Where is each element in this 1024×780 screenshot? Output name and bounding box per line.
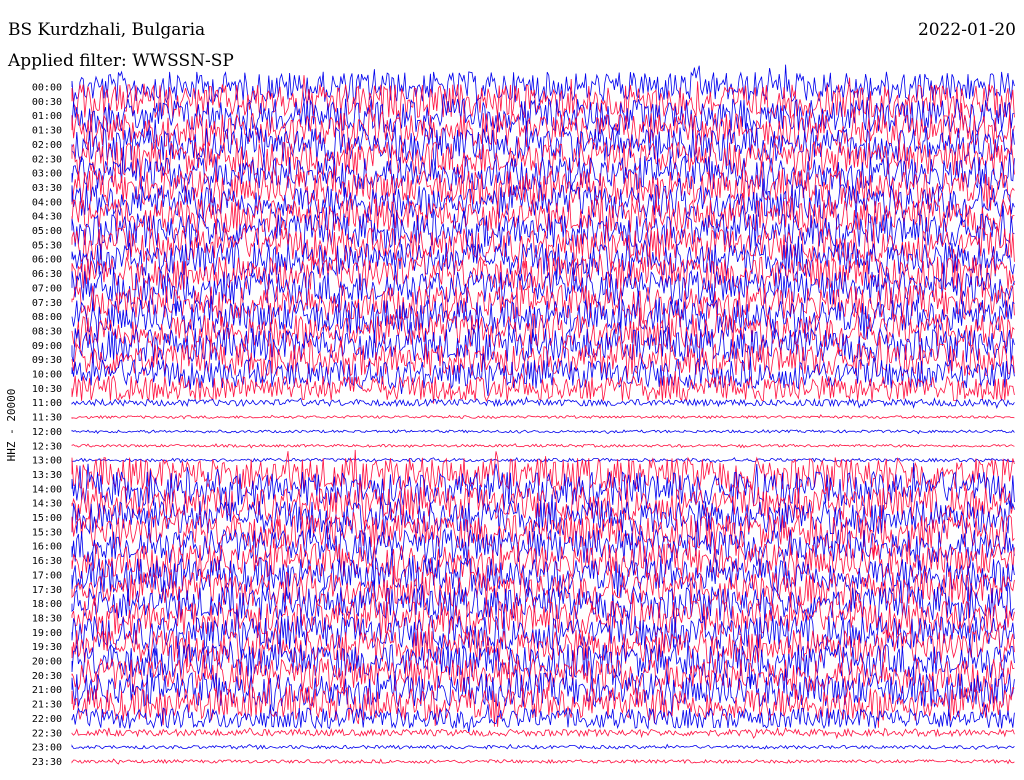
tick-label-2230: 22:30 [32, 728, 62, 739]
trace-line-2200 [71, 704, 1015, 733]
tick-label-0730: 07:30 [32, 298, 62, 309]
trace-line-1130 [71, 414, 1015, 420]
tick-label-1700: 17:00 [32, 570, 62, 581]
tick-label-0100: 01:00 [32, 111, 62, 122]
tick-label-1130: 11:30 [32, 413, 62, 424]
tick-label-2300: 23:00 [32, 743, 62, 754]
tick-label-0200: 02:00 [32, 140, 62, 151]
trace-line-2300 [71, 743, 1015, 750]
tick-label-2100: 21:00 [32, 685, 62, 696]
tick-label-0700: 07:00 [32, 283, 62, 294]
tick-label-0630: 06:30 [32, 269, 62, 280]
tick-label-1330: 13:30 [32, 470, 62, 481]
tick-label-1730: 17:30 [32, 585, 62, 596]
tick-label-0130: 01:30 [32, 126, 62, 137]
tick-label-0600: 06:00 [32, 255, 62, 266]
trace-line-2230 [71, 726, 1015, 740]
trace-line-1100 [71, 396, 1015, 410]
tick-label-0900: 09:00 [32, 341, 62, 352]
tick-label-1300: 13:00 [32, 456, 62, 467]
tick-label-0300: 03:00 [32, 169, 62, 180]
tick-label-1430: 14:30 [32, 499, 62, 510]
tick-label-1600: 16:00 [32, 542, 62, 553]
tick-label-0030: 00:30 [32, 97, 62, 108]
trace-line-0830 [71, 307, 1015, 355]
tick-label-group: 00:00 00:30 01:00 01:30 02:00 02:30 03:00 03:30… [32, 83, 62, 768]
tick-label-1900: 19:00 [32, 628, 62, 639]
tick-label-0430: 04:30 [32, 212, 62, 223]
tick-label-0230: 02:30 [32, 154, 62, 165]
trace-line-1030 [71, 370, 1015, 404]
tick-label-2130: 21:30 [32, 700, 62, 711]
tick-label-1400: 14:00 [32, 484, 62, 495]
tick-label-1500: 15:00 [32, 513, 62, 524]
helicorder-plot: 00:00 00:30 01:00 01:30 02:00 02:30 03:00 03:30… [5, 64, 1015, 768]
tick-label-2030: 20:30 [32, 671, 62, 682]
trace-line-1500 [71, 494, 1015, 539]
tick-label-1930: 19:30 [32, 642, 62, 653]
trace-line-1200 [71, 429, 1015, 435]
trace-line-2330 [71, 758, 1015, 765]
tick-label-0830: 08:30 [32, 326, 62, 337]
tick-label-1100: 11:00 [32, 398, 62, 409]
tick-label-2330: 23:30 [32, 757, 62, 768]
tick-label-2200: 22:00 [32, 714, 62, 725]
tick-label-2000: 20:00 [32, 657, 62, 668]
tick-label-0330: 03:30 [32, 183, 62, 194]
tick-label-0930: 09:30 [32, 355, 62, 366]
tick-label-1630: 16:30 [32, 556, 62, 567]
tick-label-0500: 05:00 [32, 226, 62, 237]
trace-group [71, 64, 1015, 765]
tick-label-0800: 08:00 [32, 312, 62, 323]
y-axis-label: HHZ - 20000 [5, 389, 18, 462]
trace-line-1230 [71, 443, 1015, 449]
tick-label-0400: 04:00 [32, 197, 62, 208]
tick-label-1200: 12:00 [32, 427, 62, 438]
tick-label-1230: 12:30 [32, 441, 62, 452]
tick-label-1830: 18:30 [32, 613, 62, 624]
tick-label-1030: 10:30 [32, 384, 62, 395]
tick-label-1800: 18:00 [32, 599, 62, 610]
tick-label-1000: 10:00 [32, 370, 62, 381]
tick-label-0000: 00:00 [32, 83, 62, 94]
tick-label-0530: 05:30 [32, 240, 62, 251]
tick-label-1530: 15:30 [32, 527, 62, 538]
